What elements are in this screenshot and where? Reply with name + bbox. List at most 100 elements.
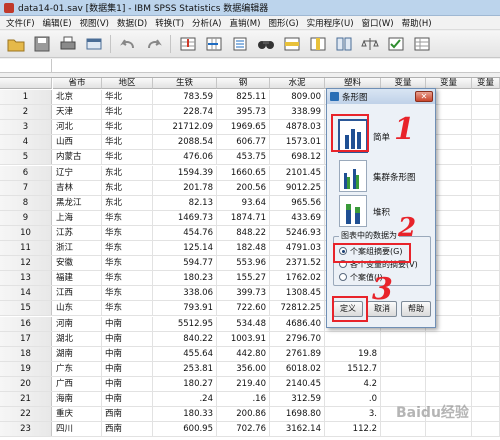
table-cell[interactable]: 476.06 (153, 150, 217, 165)
table-cell[interactable] (472, 90, 500, 105)
table-cell[interactable]: 中南 (102, 392, 153, 407)
table-cell[interactable]: 华北 (102, 105, 153, 120)
table-cell[interactable]: 1469.73 (153, 210, 217, 225)
table-cell[interactable] (426, 331, 472, 346)
table-cell[interactable]: 浙江 (53, 241, 102, 256)
table-cell[interactable]: 华北 (102, 150, 153, 165)
table-cell[interactable]: 180.27 (153, 376, 217, 391)
menu-edit[interactable]: 编辑(E) (39, 17, 76, 29)
table-cell[interactable]: 594.77 (153, 256, 217, 271)
table-cell[interactable]: 2140.45 (270, 376, 325, 391)
table-cell[interactable]: 华东 (102, 271, 153, 286)
table-cell[interactable]: 2371.52 (270, 256, 325, 271)
menu-file[interactable]: 文件(F) (2, 17, 39, 29)
table-cell[interactable]: 453.75 (217, 150, 270, 165)
table-cell[interactable] (381, 376, 426, 391)
table-cell[interactable] (381, 361, 426, 376)
insert-variable-icon[interactable] (306, 34, 329, 55)
table-cell[interactable] (381, 331, 426, 346)
table-cell[interactable]: 180.33 (153, 407, 217, 422)
menu-data[interactable]: 数据(D) (113, 17, 151, 29)
table-cell[interactable] (472, 256, 500, 271)
table-cell[interactable]: 湖南 (53, 346, 102, 361)
table-cell[interactable]: 华东 (102, 241, 153, 256)
table-cell[interactable]: 中南 (102, 331, 153, 346)
menu-graphs[interactable]: 图形(G) (264, 17, 302, 29)
table-cell[interactable]: 1003.91 (217, 331, 270, 346)
table-cell[interactable]: 黑龙江 (53, 195, 102, 210)
table-cell[interactable] (472, 195, 500, 210)
table-cell[interactable]: .16 (217, 392, 270, 407)
row-number[interactable]: 3 (0, 120, 52, 135)
table-cell[interactable]: 1573.01 (270, 135, 325, 150)
table-cell[interactable]: 华东 (102, 256, 153, 271)
table-cell[interactable]: 1874.71 (217, 210, 270, 225)
table-cell[interactable]: 东北 (102, 195, 153, 210)
table-cell[interactable]: 华东 (102, 286, 153, 301)
table-cell[interactable]: 1512.7 (325, 361, 381, 376)
table-cell[interactable]: 华北 (102, 90, 153, 105)
table-cell[interactable]: 上海 (53, 210, 102, 225)
row-number[interactable]: 16 (0, 316, 52, 331)
table-cell[interactable]: 228.74 (153, 105, 217, 120)
table-cell[interactable]: 1308.45 (270, 286, 325, 301)
table-cell[interactable] (472, 346, 500, 361)
cell-reference-box[interactable] (0, 59, 52, 72)
table-cell[interactable]: 内蒙古 (53, 150, 102, 165)
table-cell[interactable] (472, 271, 500, 286)
table-cell[interactable]: 福建 (53, 271, 102, 286)
row-number[interactable]: 1 (0, 90, 52, 105)
table-cell[interactable]: 338.06 (153, 286, 217, 301)
table-cell[interactable]: 9012.25 (270, 180, 325, 195)
row-number[interactable]: 18 (0, 346, 52, 361)
table-cell[interactable]: 中南 (102, 346, 153, 361)
table-cell[interactable] (472, 135, 500, 150)
table-cell[interactable]: 399.73 (217, 286, 270, 301)
menu-window[interactable]: 窗口(W) (358, 17, 398, 29)
row-number[interactable]: 21 (0, 392, 52, 407)
table-cell[interactable]: 793.91 (153, 301, 217, 316)
column-header[interactable]: 地区 (102, 78, 153, 89)
menu-utilities[interactable]: 实用程序(U) (303, 17, 358, 29)
value-labels-icon[interactable] (410, 34, 433, 55)
menu-view[interactable]: 视图(V) (76, 17, 113, 29)
row-number[interactable]: 7 (0, 180, 52, 195)
table-cell[interactable]: 606.77 (217, 135, 270, 150)
table-cell[interactable] (426, 346, 472, 361)
table-cell[interactable]: 4878.03 (270, 120, 325, 135)
table-cell[interactable]: 722.60 (217, 301, 270, 316)
table-cell[interactable]: 125.14 (153, 241, 217, 256)
table-cell[interactable]: 东北 (102, 180, 153, 195)
table-cell[interactable]: 82.13 (153, 195, 217, 210)
table-cell[interactable]: 442.80 (217, 346, 270, 361)
table-cell[interactable]: 19.8 (325, 346, 381, 361)
table-cell[interactable]: 华北 (102, 135, 153, 150)
row-number[interactable]: 19 (0, 361, 52, 376)
table-cell[interactable]: 180.23 (153, 271, 217, 286)
row-number[interactable]: 10 (0, 225, 52, 240)
row-number[interactable]: 23 (0, 422, 52, 437)
table-cell[interactable]: 783.59 (153, 90, 217, 105)
table-cell[interactable]: 454.76 (153, 225, 217, 240)
table-cell[interactable]: 4791.03 (270, 241, 325, 256)
table-cell[interactable] (381, 422, 426, 437)
table-cell[interactable] (472, 210, 500, 225)
redo-icon[interactable] (142, 34, 165, 55)
table-cell[interactable]: 356.00 (217, 361, 270, 376)
split-file-icon[interactable] (332, 34, 355, 55)
table-cell[interactable] (472, 301, 500, 316)
table-cell[interactable] (472, 316, 500, 331)
table-cell[interactable]: 4686.40 (270, 316, 325, 331)
column-header[interactable]: 水泥 (270, 78, 325, 89)
table-cell[interactable]: 江苏 (53, 225, 102, 240)
table-cell[interactable]: 湖北 (53, 331, 102, 346)
select-cases-icon[interactable] (384, 34, 407, 55)
table-cell[interactable]: 553.96 (217, 256, 270, 271)
table-cell[interactable]: .24 (153, 392, 217, 407)
column-header[interactable]: 省市 (53, 78, 102, 89)
table-cell[interactable] (426, 422, 472, 437)
row-number[interactable]: 9 (0, 210, 52, 225)
variables-icon[interactable] (228, 34, 251, 55)
row-number[interactable]: 2 (0, 105, 52, 120)
table-cell[interactable]: 3. (325, 407, 381, 422)
